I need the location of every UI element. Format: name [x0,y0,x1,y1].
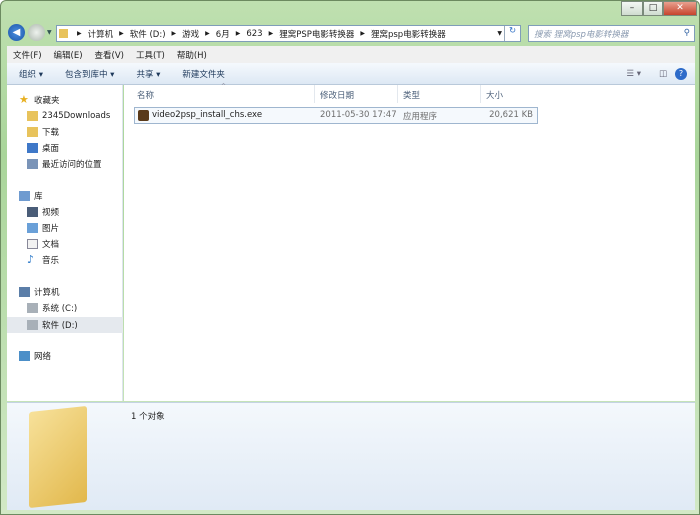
video-icon [27,207,38,217]
sidebar-item-drive-d[interactable]: 软件 (D:) [7,317,123,333]
column-divider[interactable] [397,85,398,103]
refresh-icon[interactable]: ↻ [504,26,520,41]
star-icon: ★ [19,93,29,106]
file-list: ^ 名称 修改日期 类型 大小 video2psp_install_chs.ex… [124,83,695,401]
sort-indicator-icon: ^ [221,83,227,90]
sidebar-label: 最近访问的位置 [42,160,102,170]
sidebar-computer[interactable]: 计算机 [19,284,135,300]
minimize-button[interactable]: – [621,1,643,16]
menu-file[interactable]: 文件(F) [13,49,42,61]
sidebar-label: 视频 [42,208,60,218]
breadcrumb-item[interactable]: 狸窝psp电影转换器 [371,28,446,40]
search-placeholder: 搜索 狸窝psp电影转换器 [534,30,629,40]
sidebar-label: 网络 [34,352,52,362]
library-icon [19,191,30,201]
share-button[interactable]: 共享 ▾ [136,68,160,80]
search-icon[interactable]: ⚲ [684,28,690,38]
breadcrumb-item[interactable]: 狸窝PSP电影转换器 [279,28,354,40]
column-size[interactable]: 大小 [486,89,503,101]
music-icon: ♪ [27,253,35,266]
file-type: 应用程序 [403,112,438,122]
recent-pages-dropdown[interactable]: ▼ [47,29,52,36]
file-size: 20,621 KB [489,110,533,120]
command-bar: 组织 ▾ 包含到库中 ▾ 共享 ▾ 新建文件夹 ☰ ▾ ◫ ? [7,63,695,85]
navigation-pane: ★ 收藏夹 2345Downloads 下载 桌面 最近访问的位置 库 视频 图片… [7,85,123,401]
recent-places-icon [27,159,38,169]
organize-button[interactable]: 组织 ▾ [19,68,43,80]
column-divider[interactable] [480,85,481,103]
folder-large-icon [29,405,87,509]
breadcrumb-item[interactable]: 软件 (D:) [130,28,166,40]
sidebar-network[interactable]: 网络 [19,348,135,364]
desktop-icon [27,143,38,153]
breadcrumb-item[interactable]: 游戏 [182,28,199,40]
sidebar-label: 软件 (D:) [42,321,78,331]
sidebar-label: 图片 [42,224,60,234]
menu-view[interactable]: 查看(V) [95,49,124,61]
view-options-icon[interactable]: ☰ ▾ [626,69,641,79]
address-dropdown-icon[interactable]: ▼ [497,30,502,37]
close-button[interactable]: ✕ [663,1,697,16]
drive-icon [27,320,38,330]
sidebar-label: 收藏夹 [34,96,60,106]
menu-help[interactable]: 帮助(H) [177,49,207,61]
sidebar-label: 系统 (C:) [42,304,78,314]
back-button[interactable]: ◀ [8,24,25,41]
document-icon [27,239,38,249]
menu-bar: 文件(F) 编辑(E) 查看(V) 工具(T) 帮助(H) [7,46,695,63]
breadcrumb-item[interactable]: 623 [246,29,262,39]
download-folder-icon [27,127,38,137]
explorer-window: – □ ✕ ◀ ▼ ▶ 计算机 ▶ 软件 (D:) ▶ 游戏 ▶ 6月 ▶ 623 ▶ 狸窝… [0,0,700,515]
file-date: 2011-05-30 17:47 [320,110,397,120]
maximize-button[interactable]: □ [643,1,663,16]
folder-icon [59,29,68,38]
folder-icon [27,111,38,121]
breadcrumb-item[interactable]: 计算机 [88,28,114,40]
sidebar-label: 2345Downloads [42,111,111,121]
network-icon [19,351,30,361]
sidebar-favorites[interactable]: ★ 收藏夹 [19,92,135,108]
menu-tools[interactable]: 工具(T) [136,49,165,61]
sidebar-label: 桌面 [42,144,60,154]
exe-icon [138,110,149,121]
help-icon[interactable]: ? [675,67,687,80]
menu-edit[interactable]: 编辑(E) [54,49,83,61]
drive-icon [27,303,38,313]
sidebar-label: 库 [34,192,43,202]
sidebar-libraries[interactable]: 库 [19,188,135,204]
column-type[interactable]: 类型 [403,89,420,101]
breadcrumb-item[interactable]: 6月 [216,28,230,40]
sidebar-label: 音乐 [42,256,60,266]
include-in-library-button[interactable]: 包含到库中 ▾ [65,68,114,80]
file-row[interactable]: video2psp_install_chs.exe 2011-05-30 17:… [134,107,538,124]
sidebar-label: 下载 [42,128,60,138]
preview-pane-icon[interactable]: ◫ [659,69,667,79]
address-bar[interactable]: ▶ 计算机 ▶ 软件 (D:) ▶ 游戏 ▶ 6月 ▶ 623 ▶ 狸窝PSP电影转换器 ▶… [56,25,521,42]
details-pane: 1 个对象 [7,402,695,510]
forward-button[interactable] [28,24,45,41]
sidebar-label: 计算机 [34,288,60,298]
item-count: 1 个对象 [131,412,165,422]
sidebar-label: 文档 [42,240,60,250]
picture-icon [27,223,38,233]
computer-icon [19,287,30,297]
column-divider[interactable] [314,85,315,103]
file-name: video2psp_install_chs.exe [152,110,263,120]
column-date[interactable]: 修改日期 [320,89,354,101]
column-name[interactable]: 名称 [137,89,154,101]
search-input[interactable]: 搜索 狸窝psp电影转换器 ⚲ [528,25,695,42]
new-folder-button[interactable]: 新建文件夹 [182,68,225,80]
